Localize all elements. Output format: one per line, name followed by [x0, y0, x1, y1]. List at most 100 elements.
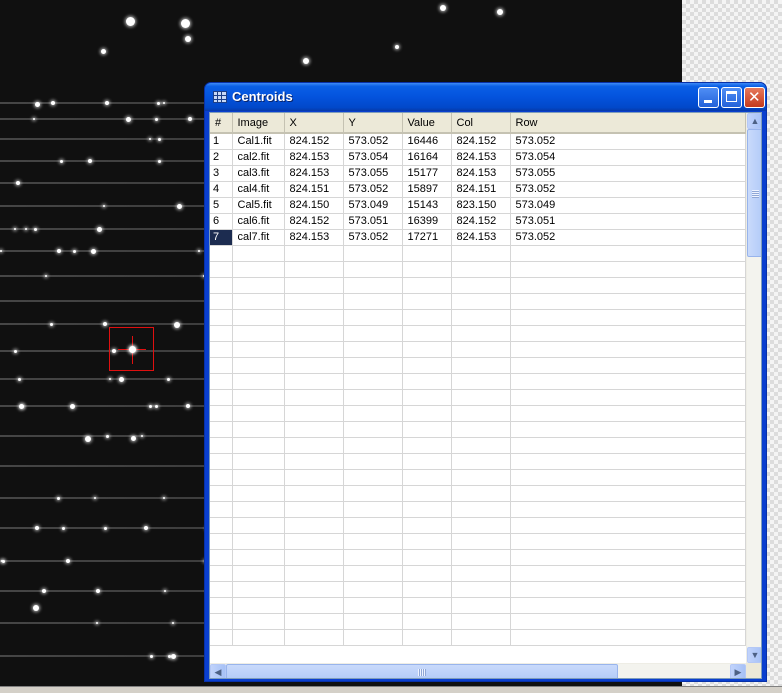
empty-cell[interactable]: [343, 565, 403, 582]
empty-cell[interactable]: [232, 277, 285, 294]
column-header[interactable]: #: [210, 113, 233, 134]
empty-cell[interactable]: [451, 437, 511, 454]
row-number-cell[interactable]: 5: [210, 197, 233, 214]
table-cell[interactable]: cal2.fit: [232, 149, 285, 166]
empty-cell[interactable]: [510, 357, 746, 374]
empty-row[interactable]: [210, 309, 746, 326]
empty-cell[interactable]: [284, 549, 344, 566]
empty-cell[interactable]: [402, 581, 452, 598]
empty-cell[interactable]: [232, 533, 285, 550]
empty-cell[interactable]: [402, 341, 452, 358]
maximize-button[interactable]: [721, 87, 742, 108]
empty-cell[interactable]: [210, 341, 233, 358]
empty-cell[interactable]: [232, 245, 285, 262]
empty-row[interactable]: [210, 533, 746, 550]
empty-row[interactable]: [210, 325, 746, 342]
column-header[interactable]: Image: [232, 113, 285, 134]
empty-cell[interactable]: [451, 501, 511, 518]
empty-cell[interactable]: [232, 261, 285, 278]
table-cell[interactable]: 824.150: [284, 197, 344, 214]
empty-cell[interactable]: [232, 453, 285, 470]
minimize-button[interactable]: [698, 87, 719, 108]
empty-cell[interactable]: [402, 405, 452, 422]
empty-row[interactable]: [210, 437, 746, 454]
empty-cell[interactable]: [402, 325, 452, 342]
empty-cell[interactable]: [284, 341, 344, 358]
empty-row[interactable]: [210, 517, 746, 534]
empty-cell[interactable]: [284, 421, 344, 438]
empty-cell[interactable]: [451, 325, 511, 342]
empty-cell[interactable]: [343, 277, 403, 294]
empty-cell[interactable]: [232, 629, 285, 646]
column-header[interactable]: Y: [343, 113, 403, 134]
empty-row[interactable]: [210, 293, 746, 310]
table-cell[interactable]: 824.153: [284, 149, 344, 166]
empty-cell[interactable]: [510, 277, 746, 294]
empty-cell[interactable]: [510, 565, 746, 582]
centroid-target-marker[interactable]: [109, 327, 154, 371]
empty-cell[interactable]: [232, 421, 285, 438]
empty-cell[interactable]: [284, 517, 344, 534]
empty-row[interactable]: [210, 613, 746, 630]
empty-cell[interactable]: [451, 293, 511, 310]
table-cell[interactable]: 824.152: [284, 133, 344, 150]
empty-cell[interactable]: [284, 405, 344, 422]
empty-cell[interactable]: [232, 517, 285, 534]
empty-cell[interactable]: [402, 533, 452, 550]
table-cell[interactable]: 824.152: [451, 133, 511, 150]
empty-cell[interactable]: [284, 565, 344, 582]
empty-cell[interactable]: [210, 517, 233, 534]
empty-cell[interactable]: [232, 357, 285, 374]
scroll-right-button[interactable]: ▶: [730, 664, 746, 678]
empty-cell[interactable]: [343, 517, 403, 534]
row-number-cell[interactable]: 4: [210, 181, 233, 198]
empty-row[interactable]: [210, 501, 746, 518]
empty-cell[interactable]: [343, 293, 403, 310]
table-cell[interactable]: 573.052: [343, 133, 403, 150]
empty-cell[interactable]: [210, 533, 233, 550]
empty-cell[interactable]: [343, 341, 403, 358]
empty-cell[interactable]: [451, 373, 511, 390]
empty-cell[interactable]: [284, 389, 344, 406]
empty-cell[interactable]: [510, 405, 746, 422]
empty-cell[interactable]: [343, 437, 403, 454]
empty-row[interactable]: [210, 421, 746, 438]
table-cell[interactable]: cal7.fit: [232, 229, 285, 246]
empty-cell[interactable]: [510, 629, 746, 646]
empty-cell[interactable]: [402, 437, 452, 454]
row-number-cell[interactable]: 2: [210, 149, 233, 166]
empty-cell[interactable]: [343, 373, 403, 390]
table-cell[interactable]: 15143: [402, 197, 452, 214]
scroll-left-button[interactable]: ◀: [210, 664, 226, 678]
row-number-cell[interactable]: 1: [210, 133, 233, 150]
empty-cell[interactable]: [510, 501, 746, 518]
table-cell[interactable]: 573.049: [343, 197, 403, 214]
table-cell[interactable]: 824.152: [284, 213, 344, 230]
table-cell[interactable]: 824.153: [284, 165, 344, 182]
empty-cell[interactable]: [510, 533, 746, 550]
empty-cell[interactable]: [451, 629, 511, 646]
table-cell[interactable]: 573.052: [343, 181, 403, 198]
column-header[interactable]: Row: [510, 113, 746, 134]
empty-cell[interactable]: [402, 565, 452, 582]
empty-cell[interactable]: [210, 453, 233, 470]
title-bar[interactable]: Centroids ✕: [205, 83, 766, 111]
empty-row[interactable]: [210, 389, 746, 406]
empty-cell[interactable]: [232, 309, 285, 326]
empty-cell[interactable]: [232, 485, 285, 502]
empty-row[interactable]: [210, 565, 746, 582]
empty-cell[interactable]: [510, 261, 746, 278]
empty-cell[interactable]: [402, 373, 452, 390]
table-row[interactable]: 2 cal2.fit 824.153 573.054 16164 824.153 573.0…: [210, 149, 746, 166]
table-row[interactable]: 5 Cal5.fit 824.150 573.049 15143 823.150 573.0…: [210, 197, 746, 214]
empty-cell[interactable]: [232, 293, 285, 310]
empty-cell[interactable]: [402, 453, 452, 470]
empty-cell[interactable]: [510, 341, 746, 358]
empty-row[interactable]: [210, 581, 746, 598]
table-cell[interactable]: Cal1.fit: [232, 133, 285, 150]
column-header[interactable]: Value: [402, 113, 452, 134]
empty-row[interactable]: [210, 373, 746, 390]
empty-cell[interactable]: [284, 501, 344, 518]
table-cell[interactable]: 824.151: [451, 181, 511, 198]
empty-cell[interactable]: [232, 501, 285, 518]
